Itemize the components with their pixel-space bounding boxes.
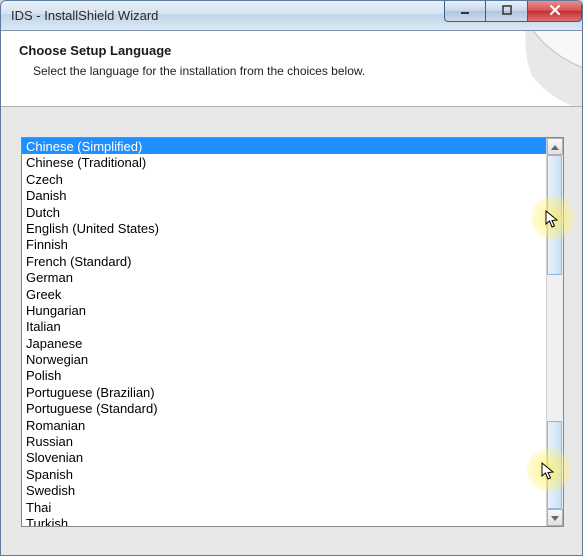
language-item[interactable]: Norwegian (22, 351, 546, 367)
titlebar[interactable]: IDS - InstallShield Wizard (1, 1, 582, 31)
minimize-button[interactable] (444, 0, 486, 22)
language-item[interactable]: Turkish (22, 515, 546, 526)
language-listbox-wrap: Chinese (Simplified)Chinese (Traditional… (21, 137, 564, 527)
language-item[interactable]: Russian (22, 433, 546, 449)
close-button[interactable] (528, 0, 582, 22)
install-wizard-window: IDS - InstallShield Wizard Choose Setup … (0, 0, 583, 556)
language-item[interactable]: Chinese (Simplified) (22, 138, 546, 154)
language-item[interactable]: Japanese (22, 335, 546, 351)
header-panel: Choose Setup Language Select the languag… (1, 31, 582, 107)
chevron-down-icon (551, 513, 559, 523)
language-listbox[interactable]: Chinese (Simplified)Chinese (Traditional… (22, 138, 546, 526)
header-title: Choose Setup Language (19, 43, 564, 58)
scroll-track[interactable] (547, 155, 563, 509)
maximize-icon (502, 5, 512, 18)
language-item[interactable]: Portuguese (Brazilian) (22, 384, 546, 400)
language-item[interactable]: Spanish (22, 466, 546, 482)
language-item[interactable]: Polish (22, 367, 546, 383)
language-item[interactable]: Greek (22, 286, 546, 302)
language-item[interactable]: Swedish (22, 482, 546, 498)
language-item[interactable]: Romanian (22, 417, 546, 433)
language-item[interactable]: Dutch (22, 204, 546, 220)
language-item[interactable]: Danish (22, 187, 546, 203)
maximize-button[interactable] (486, 0, 528, 22)
page-curl-decor-icon (502, 31, 582, 107)
listbox-scrollbar[interactable] (546, 138, 563, 526)
language-item[interactable]: Slovenian (22, 449, 546, 465)
scroll-thumb[interactable] (547, 155, 562, 275)
header-subtitle: Select the language for the installation… (19, 64, 564, 78)
language-item[interactable]: Chinese (Traditional) (22, 154, 546, 170)
scroll-up-button[interactable] (547, 138, 563, 155)
language-item[interactable]: Thai (22, 499, 546, 515)
window-title: IDS - InstallShield Wizard (11, 8, 158, 23)
scroll-down-button[interactable] (547, 509, 563, 526)
chevron-up-icon (551, 142, 559, 152)
language-item[interactable]: English (United States) (22, 220, 546, 236)
language-item[interactable]: Hungarian (22, 302, 546, 318)
language-item[interactable]: Czech (22, 171, 546, 187)
language-item[interactable]: French (Standard) (22, 253, 546, 269)
close-icon (549, 3, 561, 19)
content-area: Chinese (Simplified)Chinese (Traditional… (1, 107, 582, 555)
language-item[interactable]: Italian (22, 318, 546, 334)
language-item[interactable]: Portuguese (Standard) (22, 400, 546, 416)
minimize-icon (460, 5, 470, 18)
language-item[interactable]: German (22, 269, 546, 285)
language-item[interactable]: Finnish (22, 236, 546, 252)
window-controls (444, 0, 582, 22)
scroll-thumb[interactable] (547, 421, 562, 509)
